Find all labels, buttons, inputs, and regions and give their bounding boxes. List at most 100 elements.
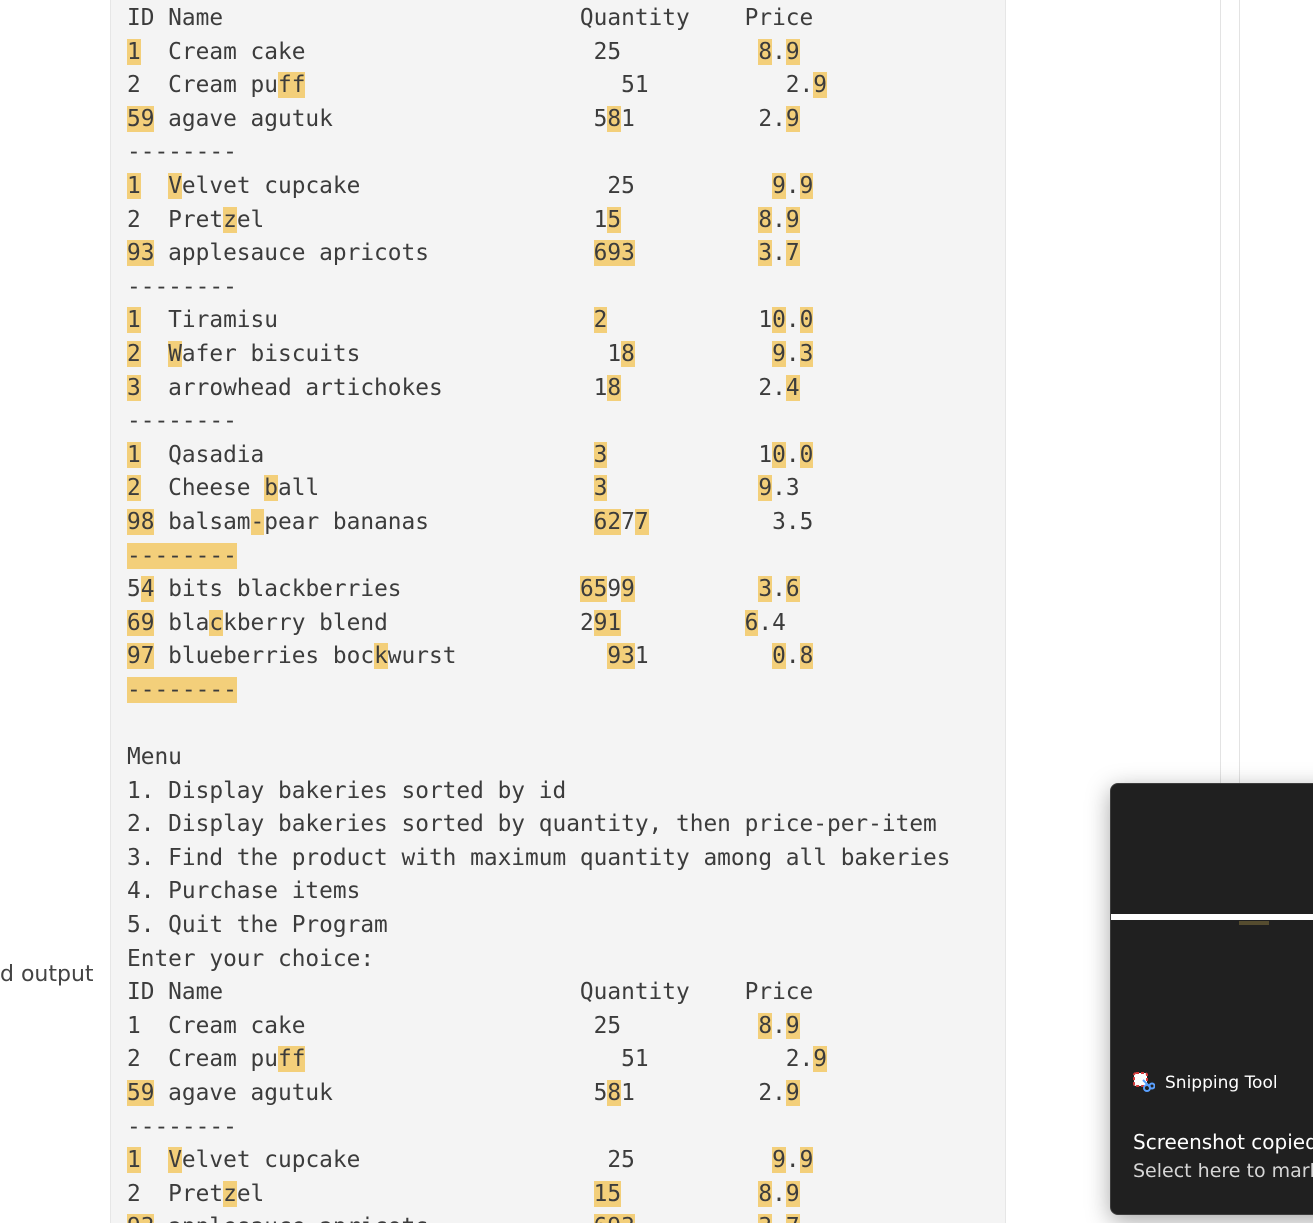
output-text: applesauce apricots	[154, 240, 594, 267]
output-text: 3. Find the product with maximum quantit…	[127, 844, 951, 871]
divider	[1220, 0, 1221, 790]
output-line: 54 bits blackberries 6599 3.6	[127, 573, 1005, 607]
output-text: pear bananas	[264, 508, 594, 535]
diff-highlight: 9	[785, 206, 800, 233]
diff-highlight: 8	[758, 1012, 773, 1039]
diff-highlight: 8	[758, 1180, 773, 1207]
output-text: 3.5	[648, 508, 814, 535]
output-line: --------	[127, 1111, 1005, 1145]
output-text: 5	[127, 576, 141, 603]
diff-highlight: 8	[621, 340, 635, 367]
notification-message[interactable]: Screenshot copied t	[1133, 1130, 1313, 1154]
diff-highlight: 4	[785, 374, 800, 401]
notification-subtext[interactable]: Select here to mark	[1133, 1160, 1313, 1182]
diff-highlight: z	[223, 1180, 237, 1207]
output-text: .3	[772, 475, 800, 502]
output-text: 2 Pret	[127, 206, 224, 233]
diff-highlight: 98	[127, 508, 155, 535]
diff-highlight: 93	[607, 643, 635, 670]
diff-highlight: 0	[772, 307, 786, 334]
output-line: 2 Cream puff 51 2.9	[127, 69, 1005, 103]
output-line: 93 applesauce apricots 693 3.7	[127, 1211, 1005, 1223]
diff-highlight: 9	[813, 1046, 827, 1073]
diff-highlight: 0	[799, 441, 814, 468]
output-text: .	[772, 576, 786, 603]
notification-app-row: Snipping Tool	[1133, 1072, 1278, 1094]
diff-highlight: 4	[140, 576, 155, 603]
output-text: .	[772, 1180, 786, 1207]
diff-highlight: k	[374, 643, 388, 670]
output-text: .	[772, 240, 786, 267]
output-text: Cream cake 25	[140, 38, 759, 65]
diff-highlight: 9	[785, 38, 800, 65]
diff-highlight: 59	[127, 1080, 155, 1106]
output-text: wurst	[387, 643, 608, 670]
diff-highlight: W	[168, 340, 182, 367]
output-text: .	[772, 38, 786, 65]
output-text: .	[785, 643, 800, 670]
diff-highlight: 65	[579, 576, 608, 603]
output-text: ID Name Quantity Price	[127, 5, 814, 31]
output-text: 2 Cream pu	[127, 72, 278, 99]
output-line: --------	[127, 405, 1005, 439]
diff-highlight: 3	[127, 374, 141, 401]
diff-highlight: --------	[127, 676, 237, 703]
diff-highlight: 2	[127, 475, 141, 502]
diff-highlight: 2	[593, 307, 608, 334]
diff-highlight: 0	[772, 441, 786, 468]
diff-highlight: 3	[758, 576, 773, 603]
diff-highlight: 3	[758, 240, 773, 267]
snipping-tool-notification[interactable]: Snipping Tool Screenshot copied t Select…	[1110, 783, 1313, 1215]
output-line: --------	[127, 540, 1005, 574]
thumbnail-detail	[1239, 921, 1269, 925]
output-text: bla	[154, 609, 210, 636]
output-text: .	[785, 340, 800, 367]
notification-app-name: Snipping Tool	[1165, 1073, 1278, 1093]
output-text: ID Name Quantity Price	[127, 979, 814, 1006]
diff-highlight: 62	[593, 508, 622, 535]
diff-highlight: b	[264, 475, 278, 502]
output-text: .	[772, 206, 786, 233]
diff-highlight: c	[209, 609, 224, 636]
output-line: 1 Tiramisu 2 10.0	[127, 304, 1005, 338]
diff-highlight: 1	[127, 307, 141, 334]
diff-highlight: 6	[785, 576, 800, 603]
output-line: 1 Cream cake 25 8.9	[127, 1010, 1005, 1044]
diff-highlight: 7	[634, 508, 649, 535]
output-line: 97 blueberries bockwurst 931 0.8	[127, 640, 1005, 674]
output-line: 1 Qasadia 3 10.0	[127, 439, 1005, 473]
output-text: 7	[621, 508, 635, 535]
output-text: 1	[634, 643, 773, 670]
diff-highlight: 9	[799, 172, 814, 199]
output-text: el	[236, 1180, 594, 1207]
output-line: 4. Purchase items	[127, 875, 1005, 909]
diff-highlight: V	[168, 1147, 182, 1174]
diff-highlight: 3	[799, 340, 814, 367]
output-text: .	[785, 441, 800, 468]
diff-highlight: 9	[772, 340, 786, 367]
output-text: 1. Display bakeries sorted by id	[127, 777, 567, 804]
output-line: 1 Velvet cupcake 25 9.9	[127, 170, 1005, 204]
diff-highlight: 15	[593, 1180, 622, 1207]
diff-highlight: 9	[799, 1147, 814, 1174]
output-text: 1 Cream cake 25	[127, 1012, 759, 1039]
diff-highlight: 9	[772, 172, 786, 199]
diff-highlight: 6	[744, 609, 759, 636]
output-text: all	[278, 475, 594, 502]
screenshot-thumbnail[interactable]	[1111, 914, 1313, 920]
diff-highlight: 9	[785, 1180, 800, 1207]
output-text: .	[785, 307, 800, 334]
output-line: 69 blackberry blend 291 6.4	[127, 607, 1005, 641]
diff-highlight: 0	[799, 307, 814, 334]
diff-highlight: V	[168, 172, 182, 199]
output-line: 2 Cream puff 51 2.9	[127, 1043, 1005, 1077]
output-text: 1	[607, 441, 773, 468]
output-line: Enter your choice:	[127, 943, 1005, 977]
diff-highlight: 3	[758, 1214, 773, 1223]
